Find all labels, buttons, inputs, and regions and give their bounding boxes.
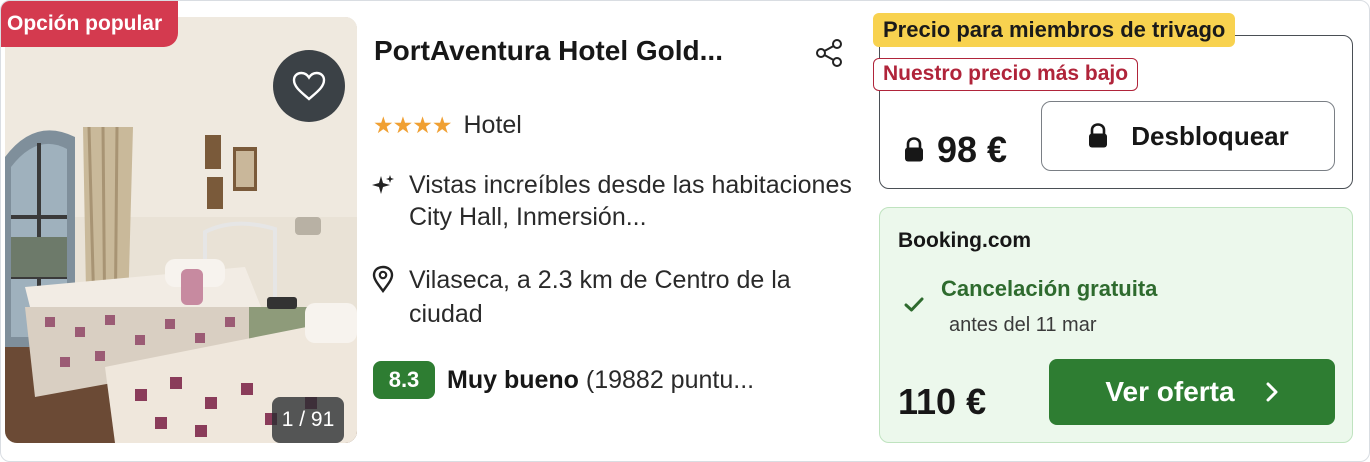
favorite-button[interactable] [273, 50, 345, 122]
hotel-photo[interactable]: 1 / 91 [5, 17, 357, 443]
hotel-feature: Vistas increíbles desde las habitaciones… [371, 169, 859, 233]
check-icon [904, 297, 924, 312]
photo-counter: 1 / 91 [272, 397, 344, 443]
star-rating: ★★★★ [373, 112, 452, 138]
lock-icon [1089, 123, 1108, 148]
feature-text: Vistas increíbles desde las habitaciones… [409, 171, 852, 231]
rating-label: Muy bueno [447, 365, 579, 394]
popular-badge: Opción popular [1, 1, 179, 47]
rating-reviews: (19882 puntu... [585, 365, 755, 394]
location-text: Vilaseca, a 2.3 km de Centro de la ciuda… [409, 266, 791, 328]
unlock-button[interactable]: Desbloquear [1041, 101, 1335, 171]
chevron-right-icon [1266, 382, 1278, 402]
lock-icon [905, 137, 923, 162]
member-price-value: 98 € [937, 129, 1008, 170]
unlock-label: Desbloquear [1131, 120, 1289, 151]
heart-icon [292, 71, 326, 101]
member-price-tag: Precio para miembros de trivago [873, 13, 1236, 47]
rating-row[interactable]: 8.3 Muy bueno (19882 puntu... [373, 361, 754, 399]
view-offer-label: Ver oferta [1105, 376, 1235, 407]
hotel-location: Vilaseca, a 2.3 km de Centro de la ciuda… [371, 263, 859, 331]
rating-summary: Muy bueno (19882 puntu... [447, 366, 754, 395]
cancellation-label: Cancelación gratuita [941, 276, 1158, 301]
share-icon [816, 39, 842, 67]
sparkle-icon [372, 175, 394, 194]
lowest-price-tag: Nuestro precio más bajo [873, 58, 1139, 91]
hotel-card[interactable]: 1 / 91 Opción popular PortAventura Hotel… [0, 0, 1370, 462]
hotel-type: Hotel [463, 111, 522, 139]
rating-score: 8.3 [373, 361, 435, 399]
share-button[interactable] [813, 37, 845, 69]
view-offer-button[interactable]: Ver oferta [1049, 359, 1335, 425]
deal-price: 110 € [898, 381, 987, 422]
member-price: 98 € [903, 129, 1007, 171]
location-pin-icon [372, 265, 394, 293]
cancellation-deadline: antes del 11 mar [949, 314, 1097, 336]
hotel-category: ★★★★ Hotel [373, 111, 522, 140]
provider-name: Booking.com [898, 229, 1032, 252]
hotel-name[interactable]: PortAventura Hotel Gold... [374, 35, 784, 67]
